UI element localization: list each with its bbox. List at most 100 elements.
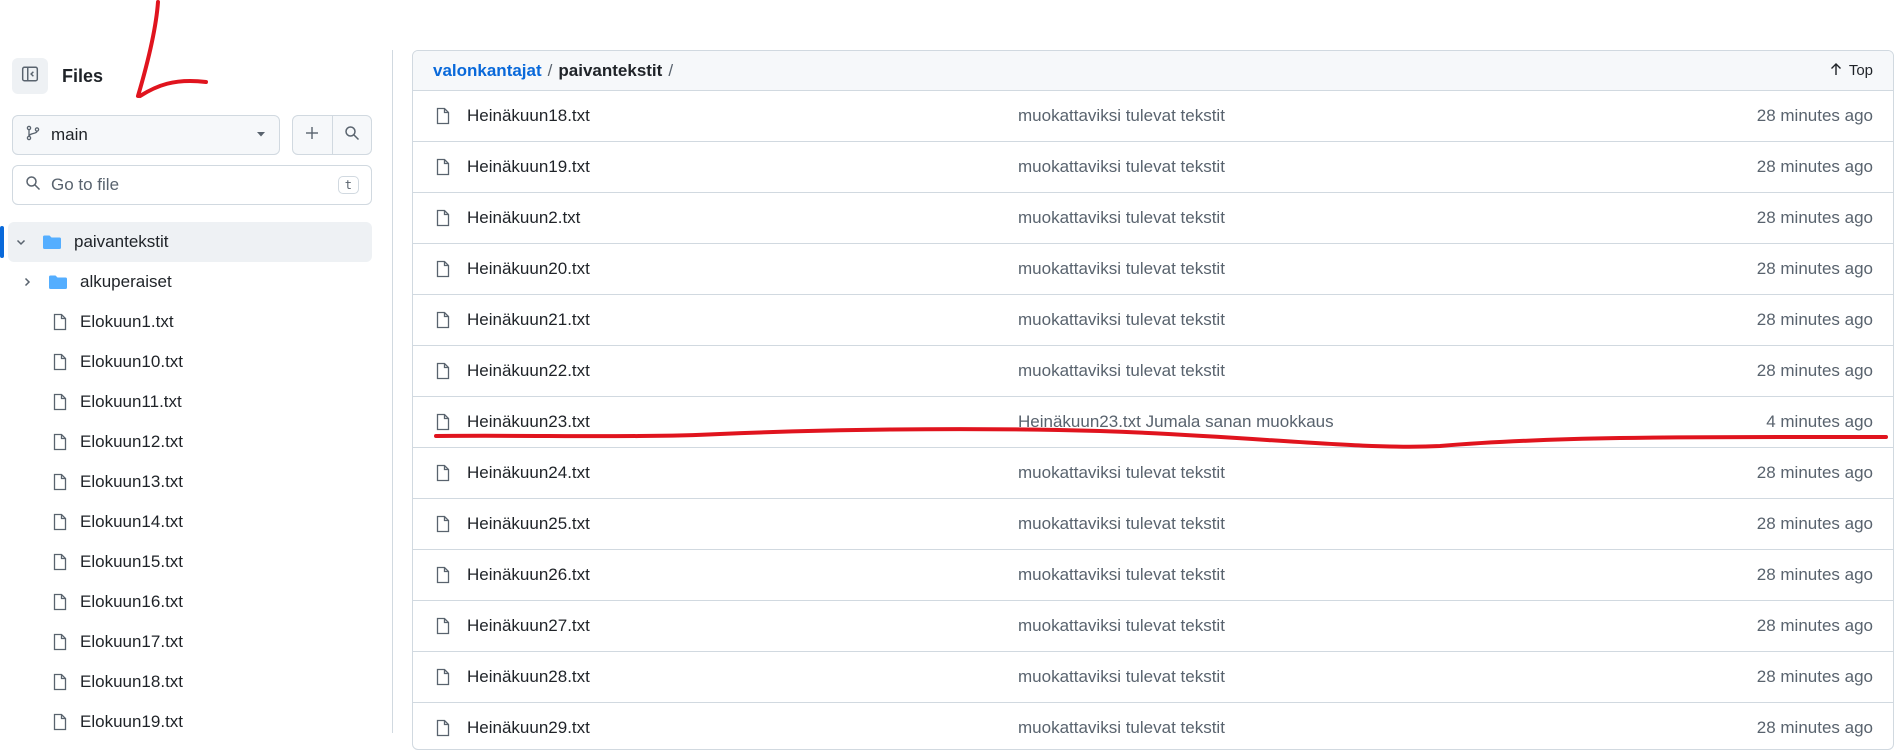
tree-item-label: paivantekstit [74, 232, 169, 251]
git-branch-icon [25, 125, 41, 146]
commit-message-link[interactable]: muokattaviksi tulevat tekstit [1018, 361, 1225, 381]
tree-item-file[interactable]: Elokuun17.txt [0, 622, 372, 662]
tree-item-file[interactable]: Elokuun16.txt [0, 582, 372, 622]
last-modified: 28 minutes ago [1756, 106, 1873, 125]
breadcrumb: valonkantajat / paivantekstit / Top [413, 51, 1893, 91]
arrow-up-icon [1829, 62, 1843, 80]
commit-message-link[interactable]: muokattaviksi tulevat tekstit [1018, 616, 1225, 636]
file-name-link[interactable]: Heinäkuun26.txt [467, 565, 590, 585]
file-row[interactable]: Heinäkuun24.txt muokattaviksi tulevat tek… [413, 448, 1893, 499]
last-modified: 28 minutes ago [1756, 310, 1873, 329]
tree-item-file[interactable]: Elokuun18.txt [0, 662, 372, 702]
tree-item-file[interactable]: Elokuun1.txt [0, 302, 372, 342]
file-icon [52, 593, 68, 611]
file-row[interactable]: Heinäkuun29.txt muokattaviksi tulevat tek… [413, 703, 1893, 749]
file-icon [52, 553, 68, 571]
file-name-link[interactable]: Heinäkuun21.txt [467, 310, 590, 330]
last-modified: 28 minutes ago [1756, 718, 1873, 737]
go-to-file-placeholder: Go to file [51, 175, 120, 194]
file-name-link[interactable]: Heinäkuun18.txt [467, 106, 590, 126]
file-icon [435, 617, 451, 635]
file-name-link[interactable]: Heinäkuun22.txt [467, 361, 590, 381]
file-row[interactable]: Heinäkuun19.txt muokattaviksi tulevat tek… [413, 142, 1893, 193]
tree-item-label: Elokuun16.txt [80, 592, 184, 611]
branch-selector[interactable]: main [12, 115, 280, 155]
file-name-link[interactable]: Heinäkuun24.txt [467, 463, 590, 483]
file-name-link[interactable]: Heinäkuun27.txt [467, 616, 590, 636]
chevron-right-icon[interactable] [18, 273, 36, 291]
file-row[interactable]: Heinäkuun27.txt muokattaviksi tulevat tek… [413, 601, 1893, 652]
file-icon [435, 362, 451, 380]
breadcrumb-separator: / [668, 60, 674, 80]
files-title: Files [62, 65, 104, 86]
tree-item-label: Elokuun13.txt [80, 472, 184, 491]
back-to-top-link[interactable]: Top [1829, 62, 1873, 80]
file-icon [435, 158, 451, 176]
file-name-link[interactable]: Heinäkuun28.txt [467, 667, 590, 687]
file-row[interactable]: Heinäkuun28.txt muokattaviksi tulevat tek… [413, 652, 1893, 703]
file-row[interactable]: Heinäkuun22.txt muokattaviksi tulevat tek… [413, 346, 1893, 397]
folder-icon [42, 234, 62, 250]
file-row[interactable]: Heinäkuun25.txt muokattaviksi tulevat tek… [413, 499, 1893, 550]
file-row[interactable]: Heinäkuun20.txt muokattaviksi tulevat tek… [413, 244, 1893, 295]
plus-icon [304, 125, 320, 146]
file-icon [52, 673, 68, 691]
file-row[interactable]: Heinäkuun21.txt muokattaviksi tulevat tek… [413, 295, 1893, 346]
last-modified: 28 minutes ago [1756, 514, 1873, 533]
tree-item-file[interactable]: Elokuun19.txt [0, 702, 372, 742]
file-icon [52, 713, 68, 731]
go-to-file-input[interactable]: Go to file t [12, 165, 372, 205]
tree-item-file[interactable]: Elokuun10.txt [0, 342, 372, 382]
directory-listing: valonkantajat / paivantekstit / Top Hein… [412, 50, 1894, 750]
file-name-link[interactable]: Heinäkuun25.txt [467, 514, 590, 534]
file-name-link[interactable]: Heinäkuun29.txt [467, 718, 590, 738]
file-icon [52, 633, 68, 651]
file-row[interactable]: Heinäkuun26.txt muokattaviksi tulevat tek… [413, 550, 1893, 601]
tree-item-label: Elokuun19.txt [80, 712, 184, 731]
last-modified: 28 minutes ago [1756, 667, 1873, 686]
file-icon [435, 515, 451, 533]
search-icon [344, 125, 360, 146]
file-name-link[interactable]: Heinäkuun2.txt [467, 208, 580, 228]
commit-message-link[interactable]: muokattaviksi tulevat tekstit [1018, 718, 1225, 738]
commit-message-link[interactable]: muokattaviksi tulevat tekstit [1018, 208, 1225, 228]
tree-item-label: Elokuun12.txt [80, 432, 184, 451]
file-name-link[interactable]: Heinäkuun19.txt [467, 157, 590, 177]
tree-item-alkuperaiset[interactable]: alkuperaiset [0, 262, 372, 302]
add-file-button[interactable] [293, 116, 332, 154]
commit-message-link[interactable]: muokattaviksi tulevat tekstit [1018, 157, 1225, 177]
last-modified: 28 minutes ago [1756, 259, 1873, 278]
file-row[interactable]: Heinäkuun23.txt Heinäkuun23.txt Jumala sa… [413, 397, 1893, 448]
tree-item-label: Elokuun18.txt [80, 672, 184, 691]
file-name-link[interactable]: Heinäkuun23.txt [467, 412, 590, 432]
tree-item-label: Elokuun1.txt [80, 312, 174, 331]
collapse-sidebar-button[interactable] [12, 58, 48, 94]
search-files-button[interactable] [331, 116, 372, 154]
file-row[interactable]: Heinäkuun18.txt muokattaviksi tulevat tek… [413, 91, 1893, 142]
commit-message-link[interactable]: muokattaviksi tulevat tekstit [1018, 565, 1225, 585]
tree-item-paivantekstit[interactable]: paivantekstit [0, 222, 372, 262]
commit-message-link[interactable]: muokattaviksi tulevat tekstit [1018, 463, 1225, 483]
file-name-link[interactable]: Heinäkuun20.txt [467, 259, 590, 279]
commit-message-link[interactable]: Heinäkuun23.txt Jumala sanan muokkaus [1018, 412, 1334, 432]
chevron-down-icon[interactable] [12, 233, 30, 251]
file-list: Heinäkuun18.txt muokattaviksi tulevat tek… [413, 91, 1893, 749]
breadcrumb-repo-link[interactable]: valonkantajat [433, 61, 542, 81]
tree-item-label: Elokuun10.txt [80, 352, 184, 371]
commit-message-link[interactable]: muokattaviksi tulevat tekstit [1018, 259, 1225, 279]
commit-message-link[interactable]: muokattaviksi tulevat tekstit [1018, 106, 1225, 126]
file-icon [435, 668, 451, 686]
commit-message-link[interactable]: muokattaviksi tulevat tekstit [1018, 667, 1225, 687]
file-row[interactable]: Heinäkuun2.txt muokattaviksi tulevat teks… [413, 193, 1893, 244]
file-icon [435, 413, 451, 431]
tree-item-file[interactable]: Elokuun14.txt [0, 502, 372, 542]
commit-message-link[interactable]: muokattaviksi tulevat tekstit [1018, 514, 1225, 534]
file-icon [435, 719, 451, 737]
commit-message-link[interactable]: muokattaviksi tulevat tekstit [1018, 310, 1225, 330]
breadcrumb-current-folder: paivantekstit [558, 60, 663, 80]
file-icon [435, 464, 451, 482]
tree-item-file[interactable]: Elokuun15.txt [0, 542, 372, 582]
tree-item-file[interactable]: Elokuun13.txt [0, 462, 372, 502]
tree-item-file[interactable]: Elokuun12.txt [0, 422, 372, 462]
tree-item-file[interactable]: Elokuun11.txt [0, 382, 372, 422]
